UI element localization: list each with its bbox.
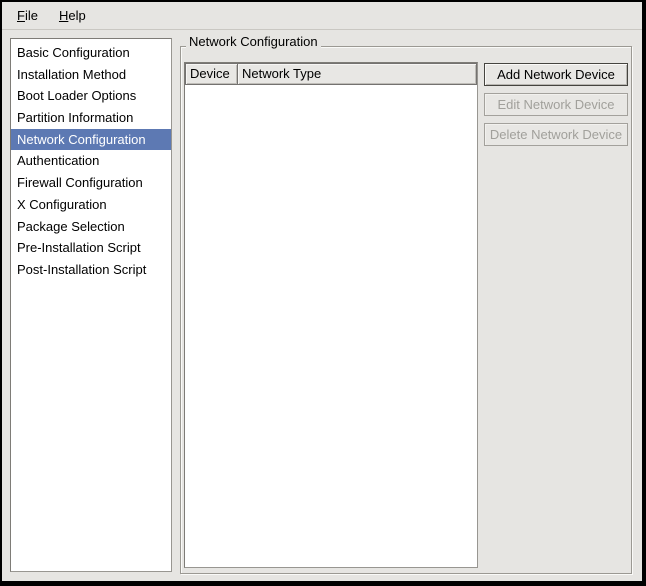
menubar: File Help: [2, 2, 642, 30]
menu-file[interactable]: File: [11, 5, 44, 26]
sidebar-item-package-selection[interactable]: Package Selection: [11, 216, 171, 238]
sidebar-item-basic-configuration[interactable]: Basic Configuration: [11, 42, 171, 64]
sidebar-item-installation-method[interactable]: Installation Method: [11, 64, 171, 86]
sidebar-item-pre-installation-script[interactable]: Pre-Installation Script: [11, 237, 171, 259]
delete-network-device-button: Delete Network Device: [484, 123, 628, 146]
menu-help[interactable]: Help: [53, 5, 92, 26]
sidebar-item-partition-information[interactable]: Partition Information: [11, 107, 171, 129]
network-device-table: Device Network Type: [184, 62, 478, 568]
sidebar-item-post-installation-script[interactable]: Post-Installation Script: [11, 259, 171, 281]
table-header-row: Device Network Type: [185, 63, 477, 85]
network-configuration-frame: Network Configuration Device Network Typ…: [180, 46, 632, 574]
add-network-device-button[interactable]: Add Network Device: [484, 63, 628, 86]
network-device-list-body: [185, 85, 477, 567]
column-header-device[interactable]: Device: [185, 63, 238, 85]
sidebar-item-x-configuration[interactable]: X Configuration: [11, 194, 171, 216]
sidebar-item-network-configuration[interactable]: Network Configuration: [11, 129, 171, 151]
sidebar-item-firewall-configuration[interactable]: Firewall Configuration: [11, 172, 171, 194]
config-section-list: Basic Configuration Installation Method …: [10, 38, 172, 572]
kickstart-configurator-window: File Help Basic Configuration Installati…: [0, 0, 646, 586]
sidebar-item-boot-loader-options[interactable]: Boot Loader Options: [11, 85, 171, 107]
frame-title: Network Configuration: [186, 33, 321, 50]
edit-network-device-button: Edit Network Device: [484, 93, 628, 116]
column-header-network-type[interactable]: Network Type: [237, 63, 477, 85]
sidebar-item-authentication[interactable]: Authentication: [11, 150, 171, 172]
